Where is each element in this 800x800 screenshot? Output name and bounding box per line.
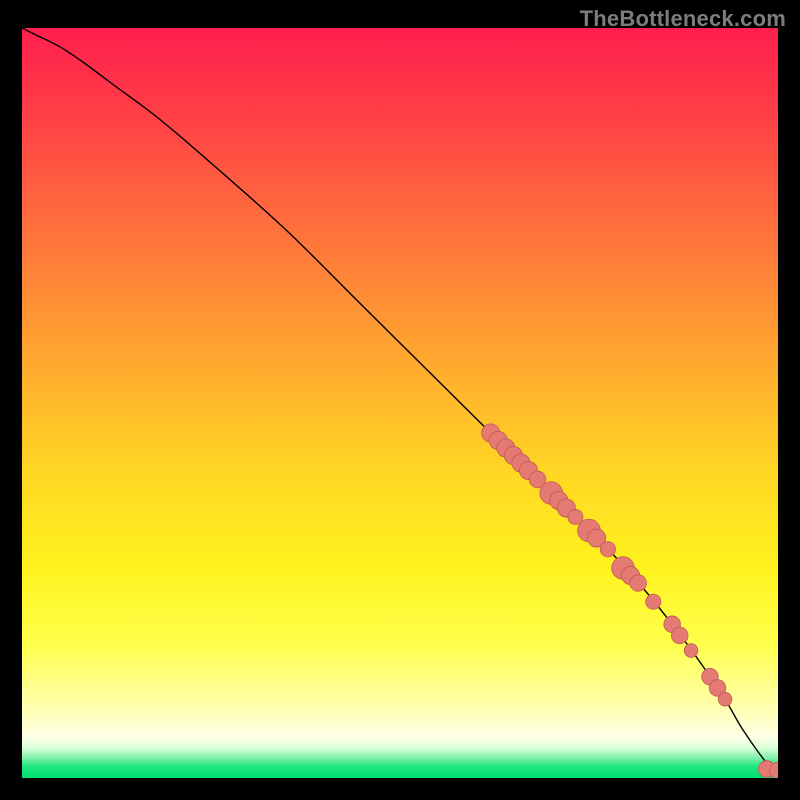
plot-area (22, 28, 778, 778)
data-marker (718, 692, 732, 706)
gradient-background (22, 28, 778, 778)
data-marker (684, 644, 698, 658)
data-marker (671, 627, 688, 644)
chart-svg (22, 28, 778, 778)
data-marker (646, 594, 661, 609)
data-marker (600, 542, 615, 557)
chart-stage: TheBottleneck.com (0, 0, 800, 800)
data-marker (630, 575, 647, 592)
